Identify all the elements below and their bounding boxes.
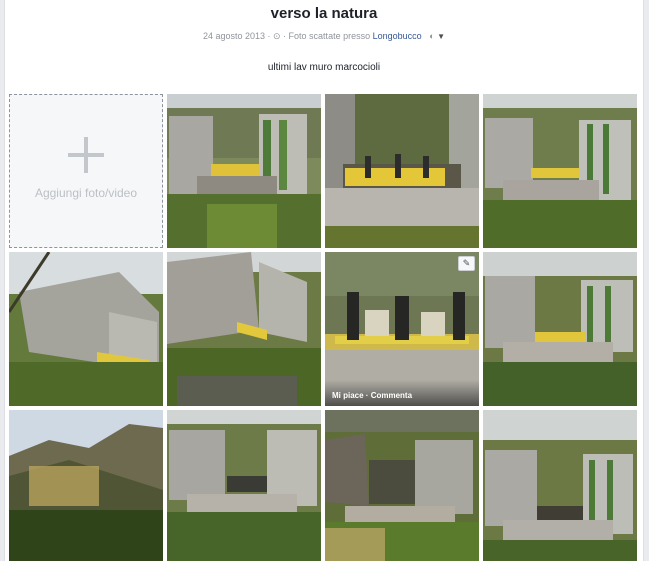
photo-thumbnail[interactable] [483,252,637,406]
album-description: ultimi lav muro marcocioli [267,62,381,73]
photo-image [9,410,163,561]
album-meta: 24 agosto 2013 · ⊙ · Foto scattate press… [202,31,446,41]
globe-icon[interactable]: ◐ [429,31,434,41]
pencil-icon: ✎ [462,258,471,268]
photo-image [9,252,163,406]
edit-photo-button[interactable]: ✎ [458,256,475,271]
add-photo-video-label: Aggiungi foto/video [34,186,138,200]
photo-image [325,94,479,248]
photo-thumbnail[interactable] [483,94,637,248]
photo-thumbnail[interactable] [483,410,637,561]
photo-hover-overlay: Mi piace · Commenta [325,380,479,406]
photo-image [325,410,479,561]
photo-image [167,252,321,406]
clock-icon: ⊙ [273,31,281,41]
location-prefix: Foto scattate presso [288,31,371,41]
photo-actions: Mi piace · Commenta [332,391,413,400]
comment-link[interactable]: Commenta [371,391,412,400]
photo-thumbnail[interactable] [167,94,321,248]
photo-image [483,410,637,561]
location-link[interactable]: Longobucco [373,31,422,41]
privacy-dropdown-icon[interactable]: ▼ [437,32,445,41]
album-date[interactable]: 24 agosto 2013 [203,31,265,41]
photo-image [167,94,321,248]
photo-image [483,94,637,248]
plus-icon [68,137,104,173]
album-title: verso la natura [270,5,378,22]
photo-thumbnail[interactable] [167,252,321,406]
photo-thumbnail[interactable] [325,410,479,561]
photo-image [483,252,637,406]
photo-thumbnail[interactable] [9,252,163,406]
like-link[interactable]: Mi piace [332,391,364,400]
photo-thumbnail-hover[interactable]: ✎ Mi piace · Commenta [325,252,479,406]
photo-thumbnail[interactable] [325,94,479,248]
add-photo-video-button[interactable]: Aggiungi foto/video [9,94,163,248]
photo-thumbnail[interactable] [167,410,321,561]
photo-thumbnail[interactable] [9,410,163,561]
photo-image [167,410,321,561]
